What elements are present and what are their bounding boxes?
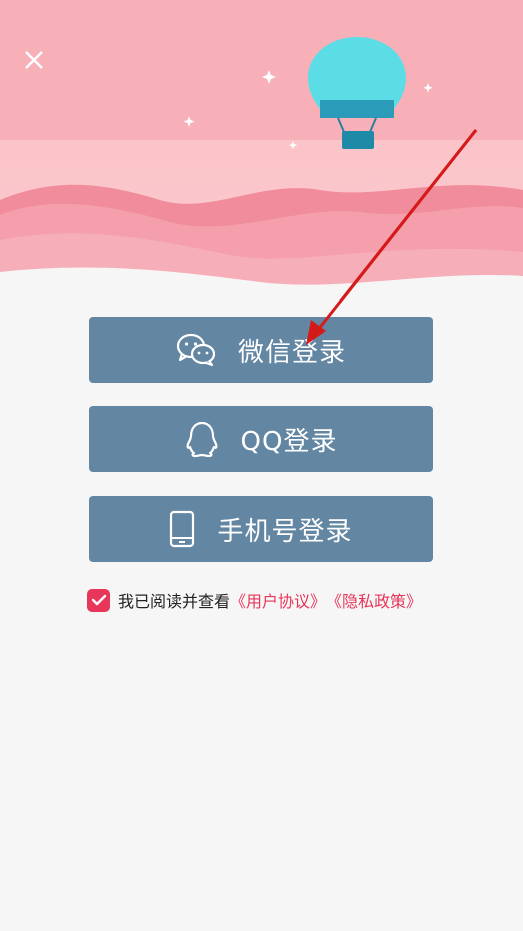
close-button[interactable] (20, 46, 48, 74)
wechat-icon (176, 333, 216, 367)
qq-login-label: QQ登录 (240, 426, 338, 457)
header-illustration (0, 0, 523, 300)
qq-login-button[interactable]: QQ登录 (89, 406, 433, 472)
clouds-background (0, 0, 523, 300)
qq-icon (185, 420, 219, 458)
wechat-login-label: 微信登录 (237, 337, 346, 368)
user-agreement-link[interactable]: 《用户协议》 (230, 588, 326, 612)
close-icon (25, 51, 43, 69)
agreement-row: 我已阅读并查看 《用户协议》 《隐私政策》 (87, 587, 422, 613)
phone-login-label: 手机号登录 (217, 516, 353, 547)
phone-icon (169, 510, 195, 548)
agreement-text: 我已阅读并查看 (118, 592, 231, 611)
phone-login-button[interactable]: 手机号登录 (89, 496, 433, 562)
wechat-login-button[interactable]: 微信登录 (89, 317, 433, 383)
privacy-policy-link[interactable]: 《隐私政策》 (326, 588, 422, 612)
agreement-checkbox[interactable] (87, 588, 110, 612)
checkmark-icon (91, 594, 106, 606)
